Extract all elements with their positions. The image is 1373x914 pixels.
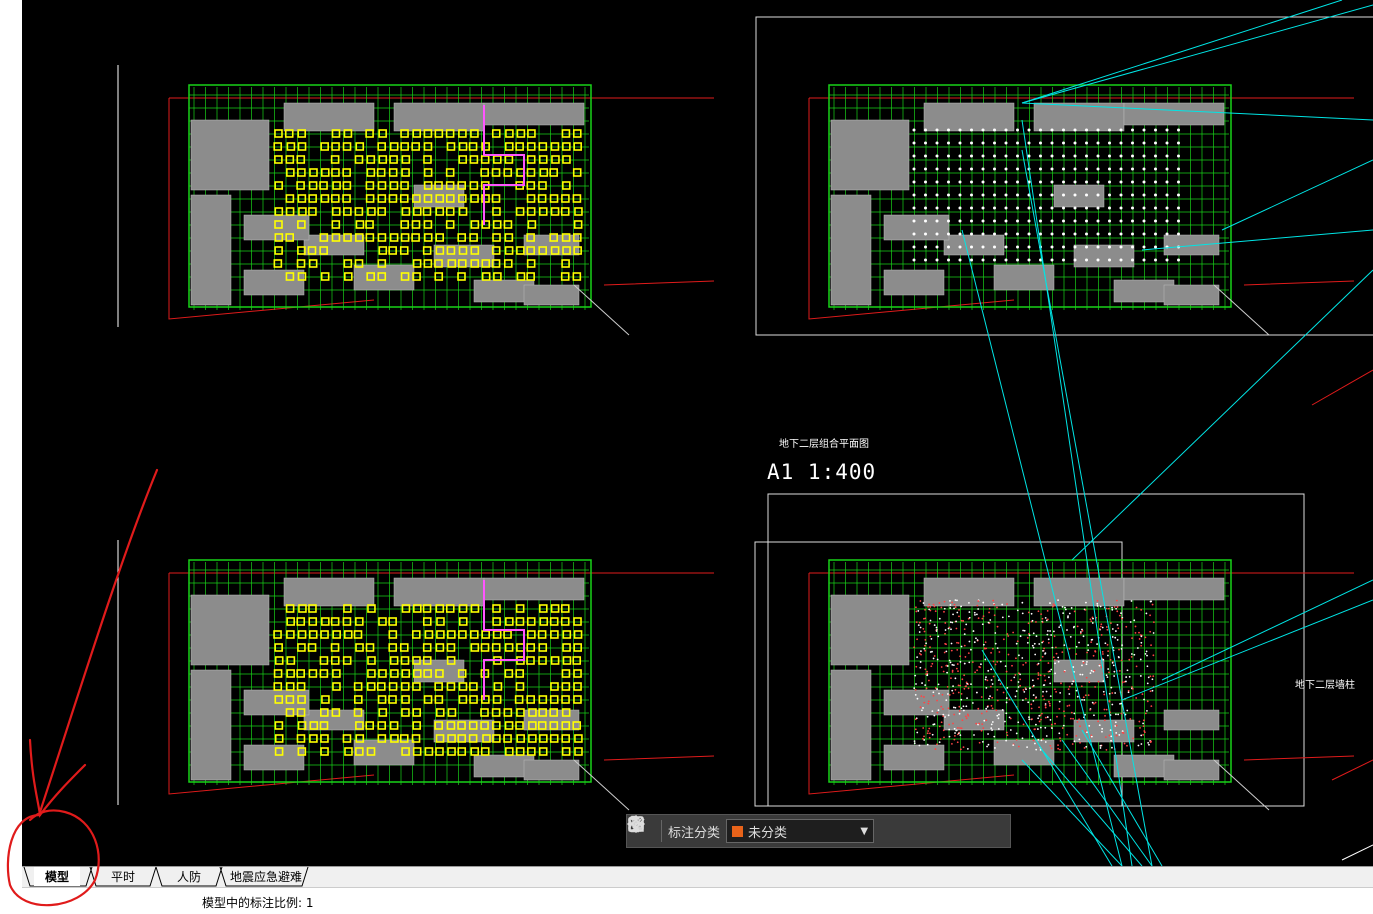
- drawing-svg: [117, 0, 1373, 866]
- side-note: 地下二层墙柱: [1295, 680, 1355, 691]
- tab-normal-use[interactable]: 平时: [98, 867, 148, 886]
- status-bar: 模型中的标注比例: 1: [22, 887, 1373, 914]
- paste-icon[interactable]: [628, 815, 986, 842]
- tab-earthquake-shelter[interactable]: 地震应急避难: [226, 867, 306, 886]
- status-text: 模型中的标注比例: 1: [202, 896, 314, 910]
- toolbar-separator: [661, 820, 662, 842]
- chevron-down-icon: ▼: [860, 825, 869, 837]
- floor-plan-bottom-right: [808, 559, 1355, 811]
- selected-category: 未分类: [748, 825, 788, 841]
- cad-drawing-canvas[interactable]: 地下二层组合平面图 A1 1:400 地下二层墙柱 标注分类 未分类 ▼: [22, 0, 1373, 866]
- tab-model[interactable]: 模型: [34, 867, 80, 886]
- edit-icon[interactable]: [629, 816, 902, 842]
- layout-tab-bar: 模型 平时 人防 地震应急避难: [22, 866, 1373, 887]
- sheet-title: 地下二层组合平面图: [779, 439, 869, 450]
- floor-plan-top-right: [808, 84, 1355, 336]
- move-icon[interactable]: [627, 815, 930, 842]
- annotation-toolbar: 标注分类 未分类 ▼: [626, 814, 1011, 848]
- category-color-swatch: [732, 825, 744, 837]
- tab-civil-defense[interactable]: 人防: [164, 867, 214, 886]
- scale-label: A1 1:400: [767, 460, 877, 484]
- copy-icon[interactable]: [629, 816, 958, 842]
- floor-plan-bottom-left: [168, 559, 715, 811]
- annotation-category-select[interactable]: 未分类 ▼: [726, 819, 875, 843]
- annotation-category-label: 标注分类: [668, 825, 721, 841]
- floor-plan-top-left: [168, 84, 715, 336]
